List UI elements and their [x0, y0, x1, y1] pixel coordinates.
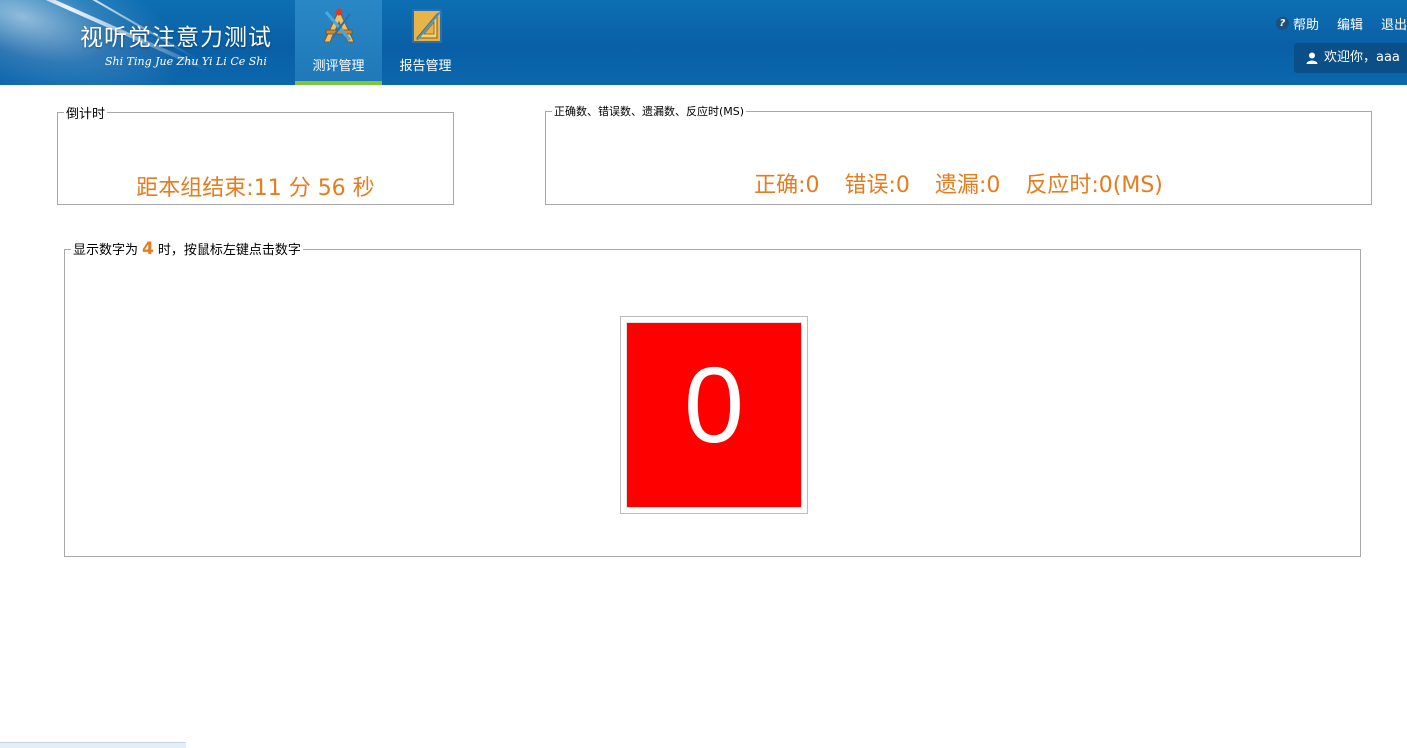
task-instruction: 显示数字为 4 时，按鼠标左键点击数字 — [71, 239, 303, 259]
countdown-legend: 倒计时 — [66, 107, 106, 122]
stats-values: 正确:0 错误:0 遗漏:0 反应时:0(MS) — [546, 167, 1371, 199]
ruler-triangle-icon — [412, 9, 442, 43]
instruction-prefix: 显示数字为 — [73, 243, 139, 258]
user-icon — [1306, 52, 1318, 64]
bottom-scrollbar[interactable] — [0, 742, 186, 748]
edit-link[interactable]: 编辑 — [1337, 14, 1363, 33]
instruction-suffix: 时，按鼠标左键点击数字 — [157, 243, 301, 258]
stimulus-digit: 0 — [683, 344, 745, 465]
correct-count: 正确:0 — [754, 173, 820, 198]
drafting-tools-icon — [323, 8, 355, 43]
top-header: 视听觉注意力测试 Shi Ting Jue Zhu Yi Li Ce Shi 测… — [0, 0, 1407, 85]
question-icon: ? — [1275, 17, 1289, 30]
welcome-badge: 欢迎你，aaa — [1294, 43, 1407, 73]
reaction-time: 反应时:0(MS) — [1025, 173, 1163, 198]
help-label: 帮助 — [1292, 18, 1319, 33]
app-subtitle: Shi Ting Jue Zhu Yi Li Ce Shi — [105, 55, 267, 68]
nav-tab-assessment[interactable]: 测评管理 — [295, 0, 382, 85]
missed-count: 遗漏:0 — [934, 173, 1001, 198]
nav-tab-label: 报告管理 — [399, 59, 452, 74]
stimulus-box[interactable]: 0 — [626, 322, 802, 508]
nav-tab-reports[interactable]: 报告管理 — [382, 0, 469, 85]
stimulus-card[interactable]: 0 — [620, 316, 808, 514]
countdown-panel: 倒计时 距本组结束:11 分 56 秒 — [57, 103, 454, 205]
help-link[interactable]: ? 帮助 — [1275, 14, 1319, 33]
wrong-count: 错误:0 — [844, 173, 910, 198]
countdown-text: 距本组结束:11 分 56 秒 — [136, 176, 375, 201]
target-number: 4 — [142, 239, 154, 259]
active-tab-indicator — [295, 81, 382, 85]
nav-tab-label: 测评管理 — [312, 59, 365, 74]
stats-legend: 正确数、错误数、遗漏数、反应时(MS) — [554, 105, 745, 118]
stats-panel: 正确数、错误数、遗漏数、反应时(MS) 正确:0 错误:0 遗漏:0 反应时:0… — [545, 103, 1372, 205]
welcome-text: 欢迎你，aaa — [1324, 50, 1400, 65]
top-links: ? 帮助 编辑 退出 — [1258, 14, 1407, 33]
logout-link[interactable]: 退出 — [1381, 14, 1407, 33]
app-title: 视听觉注意力测试 — [80, 25, 272, 51]
